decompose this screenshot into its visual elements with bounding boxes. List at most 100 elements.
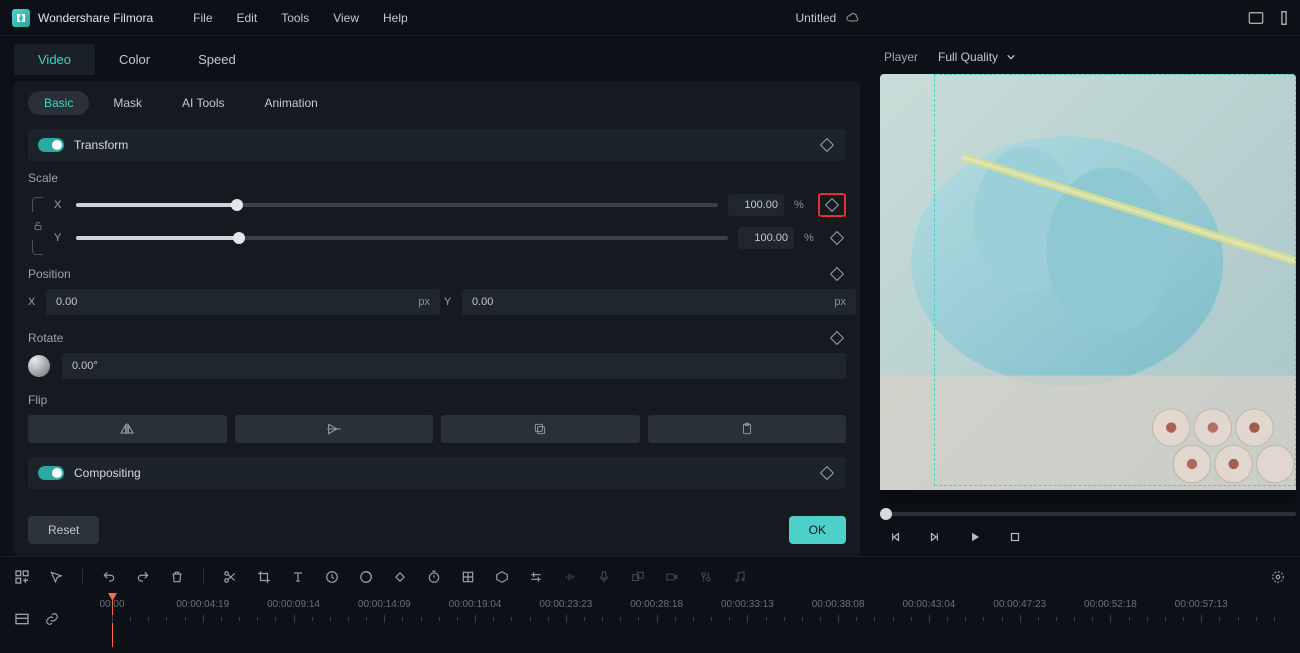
layout-icon[interactable]	[1248, 11, 1264, 25]
rotate-dial[interactable]	[28, 355, 50, 377]
scale-y-input[interactable]	[738, 227, 794, 249]
split-icon[interactable]	[222, 569, 238, 585]
ruler-label: 00:00:14:09	[358, 599, 411, 610]
track-collapse-icon[interactable]	[14, 611, 30, 627]
reset-button[interactable]: Reset	[28, 516, 99, 544]
subtab-basic[interactable]: Basic	[28, 91, 89, 115]
transform-title: Transform	[74, 138, 818, 152]
ruler-label: 00:00:38:08	[812, 599, 865, 610]
transport-controls	[880, 524, 1296, 556]
subtab-mask[interactable]: Mask	[97, 91, 158, 115]
timeline-toolbar	[14, 563, 1286, 591]
ruler-label: 00:00:28:18	[630, 599, 683, 610]
scale-lock-icon[interactable]	[28, 193, 48, 259]
menu-edit[interactable]: Edit	[237, 11, 258, 25]
ruler-label: 00:00:23:23	[539, 599, 592, 610]
quality-dropdown[interactable]: Full Quality	[938, 50, 1016, 64]
selection-tool-icon[interactable]	[48, 569, 64, 585]
voiceover-icon[interactable]	[596, 569, 612, 585]
position-keyframe-button[interactable]	[828, 265, 846, 283]
prev-frame-button[interactable]	[886, 528, 904, 546]
render-icon[interactable]	[494, 569, 510, 585]
inspector-panel: Video Color Speed Basic Mask AI Tools An…	[0, 36, 870, 556]
scale-x-unit: %	[794, 199, 808, 211]
ruler-label: 00:00:47:23	[993, 599, 1046, 610]
redo-icon[interactable]	[135, 569, 151, 585]
scale-x-slider[interactable]	[76, 203, 718, 207]
music-icon[interactable]	[732, 569, 748, 585]
position-label: Position	[28, 267, 818, 281]
menu-file[interactable]: File	[193, 11, 212, 25]
mixer-icon[interactable]	[698, 569, 714, 585]
ruler-label: 00:00:04:19	[176, 599, 229, 610]
flip-horizontal-button[interactable]	[28, 415, 227, 443]
timer-icon[interactable]	[426, 569, 442, 585]
menu-view[interactable]: View	[333, 11, 359, 25]
timeline-settings-icon[interactable]	[1270, 569, 1286, 585]
ruler-label: 00:00	[99, 599, 124, 610]
subtab-animation[interactable]: Animation	[248, 91, 333, 115]
chevron-down-icon	[1006, 52, 1016, 62]
keyframe-tool-icon[interactable]	[392, 569, 408, 585]
scale-x-input[interactable]	[728, 194, 784, 216]
position-x-input[interactable]	[46, 289, 440, 315]
speed-icon[interactable]	[324, 569, 340, 585]
group-icon[interactable]	[630, 569, 646, 585]
title-bar: Wondershare Filmora File Edit Tools View…	[0, 0, 1300, 36]
quality-value: Full Quality	[938, 50, 998, 64]
app-name: Wondershare Filmora	[38, 11, 153, 25]
player-scrubber[interactable]	[880, 512, 1296, 516]
ruler-label: 00:00:33:13	[721, 599, 774, 610]
text-icon[interactable]	[290, 569, 306, 585]
tab-video[interactable]: Video	[14, 44, 95, 75]
undo-icon[interactable]	[101, 569, 117, 585]
delete-icon[interactable]	[169, 569, 185, 585]
scale-x-keyframe-button[interactable]	[818, 193, 846, 217]
crop-icon[interactable]	[256, 569, 272, 585]
scale-y-keyframe-button[interactable]	[828, 229, 846, 247]
position-y-input[interactable]	[462, 289, 856, 315]
pos-x-axis-label: X	[28, 296, 38, 308]
rotate-keyframe-button[interactable]	[828, 329, 846, 347]
ruler-label: 00:00:52:18	[1084, 599, 1137, 610]
play-button[interactable]	[966, 528, 984, 546]
rotate-input[interactable]	[62, 353, 846, 379]
inspector-top-tabs: Video Color Speed	[14, 44, 860, 75]
audio-tool-icon[interactable]	[562, 569, 578, 585]
marker-icon[interactable]	[460, 569, 476, 585]
compositing-toggle[interactable]	[38, 466, 64, 480]
timeline-ruler[interactable]: 00:0000:00:04:1900:00:09:1400:00:14:0900…	[104, 599, 1286, 639]
menu-help[interactable]: Help	[383, 11, 408, 25]
scale-y-unit: %	[804, 232, 818, 244]
flip-vertical-button[interactable]	[235, 415, 434, 443]
tab-speed[interactable]: Speed	[174, 44, 260, 75]
paste-button[interactable]	[648, 415, 847, 443]
play-forward-button[interactable]	[926, 528, 944, 546]
transform-keyframe-button[interactable]	[818, 136, 836, 154]
transform-toggle[interactable]	[38, 138, 64, 152]
ruler-label: 00:00:57:13	[1175, 599, 1228, 610]
copy-button[interactable]	[441, 415, 640, 443]
selection-border[interactable]	[934, 74, 1296, 486]
link-icon[interactable]	[44, 611, 60, 627]
player-panel: Player Full Quality	[870, 36, 1300, 556]
menu-tools[interactable]: Tools	[281, 11, 309, 25]
compositing-section-header: Compositing	[28, 457, 846, 489]
scale-y-slider[interactable]	[76, 236, 728, 240]
main-menu: File Edit Tools View Help	[193, 11, 408, 25]
color-icon[interactable]	[358, 569, 374, 585]
adjust-icon[interactable]	[528, 569, 544, 585]
transform-section-header: Transform	[28, 129, 846, 161]
ok-button[interactable]: OK	[789, 516, 846, 544]
stop-button[interactable]	[1006, 528, 1024, 546]
preview-viewport[interactable]	[880, 74, 1296, 504]
record-icon[interactable]	[664, 569, 680, 585]
subtab-ai-tools[interactable]: AI Tools	[166, 91, 240, 115]
window-divider-icon[interactable]	[1280, 11, 1288, 25]
tab-color[interactable]: Color	[95, 44, 174, 75]
compositing-keyframe-button[interactable]	[818, 464, 836, 482]
cloud-sync-icon[interactable]	[846, 11, 860, 25]
add-media-icon[interactable]	[14, 569, 30, 585]
app-logo-icon	[12, 9, 30, 27]
project-title: Untitled	[796, 11, 837, 25]
